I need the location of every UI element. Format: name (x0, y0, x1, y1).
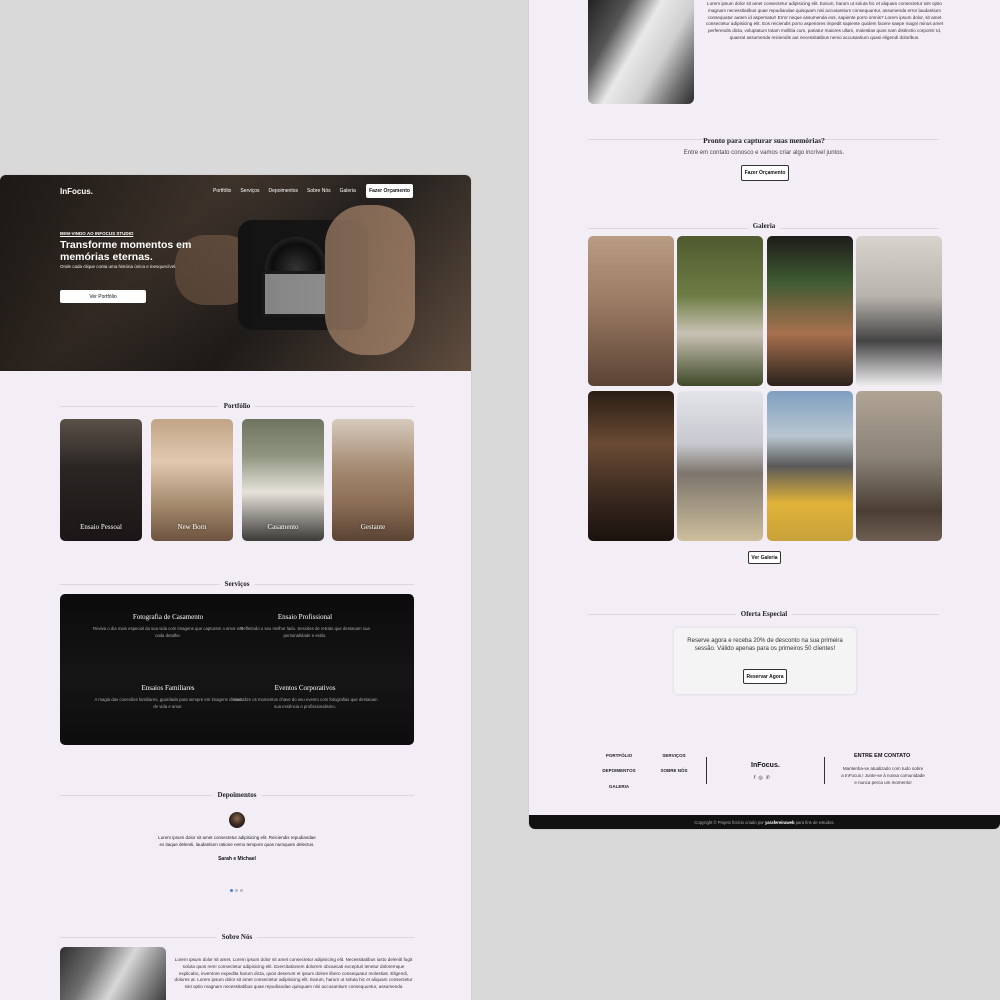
offer-text: Reserve agora e receba 20% de desconto n… (687, 638, 843, 652)
landing-page-bottom: Lorem ipsum dolor sit amet consectetur a… (529, 0, 1000, 829)
services-title: Serviços (219, 580, 255, 588)
footer-divider (824, 757, 825, 784)
hero-overlay (0, 175, 471, 371)
cta-title: Pronto para capturar suas memórias? (703, 136, 825, 145)
service-professional: Ensaio Profissional Refletindo o seu mel… (230, 613, 380, 639)
about-title: Sobre Nós (216, 933, 258, 941)
footer-divider (706, 757, 707, 784)
hero-section: InFocus. Portfólio Serviços Depoimentos … (0, 175, 471, 371)
service-family: Ensaios Familiares A magia das conexões … (93, 684, 243, 710)
copyright-text-end: para fins de estudos. (795, 819, 835, 825)
portfolio-card-newborn[interactable]: New Born (151, 419, 233, 541)
service-wedding: Fotografia de Casamento Reviva o dia mai… (93, 613, 243, 639)
carousel-dot[interactable] (235, 889, 238, 892)
portfolio-card-wedding[interactable]: Casamento (242, 419, 324, 541)
footer-logo[interactable]: InFocus. (751, 762, 780, 769)
gallery-tile[interactable] (588, 391, 674, 541)
footer-contact-title: ENTRE EM CONTATO (854, 753, 911, 759)
nav-link-testimonials[interactable]: Depoimentos (269, 188, 298, 194)
view-portfolio-button[interactable]: Ver Portfólio (60, 290, 146, 303)
service-title: Fotografia de Casamento (132, 613, 204, 621)
nav-quote-button[interactable]: Fazer Orçamento (366, 184, 413, 198)
main-nav: Portfólio Serviços Depoimentos Sobre Nós… (213, 188, 356, 194)
gallery-tile[interactable] (856, 236, 942, 386)
hero-lead: Onde cada clique conta uma história únic… (60, 264, 177, 269)
gallery-tile[interactable] (677, 236, 763, 386)
footer-link-gallery[interactable]: GALERIA (599, 784, 639, 789)
avatar (229, 812, 245, 828)
portfolio-card-maternity[interactable]: Gestante (332, 419, 414, 541)
service-desc: Refletindo o seu melhor lado. Sessões de… (240, 626, 370, 638)
gallery-title: Galeria (747, 222, 781, 230)
portfolio-card-label: Casamento (267, 523, 299, 531)
testimonial-author: Sarah e Michael (218, 856, 256, 862)
whatsapp-icon[interactable]: ✆ (766, 775, 770, 781)
nav-link-services[interactable]: Serviços (240, 188, 259, 194)
service-desc: A magia das conexões familiares, guardad… (94, 697, 242, 709)
about-text: Lorem ipsum dolor sit amet, Lorem ipsum … (174, 957, 413, 990)
service-title: Ensaios Familiares (141, 684, 195, 692)
copyright-author-link[interactable]: yarafereiraweb (765, 820, 795, 825)
gallery-tile[interactable] (677, 391, 763, 541)
gallery-tile[interactable] (588, 236, 674, 386)
service-corporate: Eventos Corporativos Imortalize os momen… (230, 684, 380, 710)
gallery-tile[interactable] (767, 391, 853, 541)
landing-page-top: InFocus. Portfólio Serviços Depoimentos … (0, 175, 471, 1000)
portfolio-card-label: Gestante (360, 523, 386, 531)
testimonials-title: Depoimentos (212, 791, 262, 799)
service-desc: Imortalize os momentos chave do seu even… (232, 697, 378, 709)
gallery-tile[interactable] (767, 236, 853, 386)
service-title: Ensaio Profissional (277, 613, 333, 621)
nav-link-about[interactable]: Sobre Nós (307, 188, 331, 194)
carousel-dots (230, 889, 243, 892)
site-logo[interactable]: InFocus. (60, 187, 93, 196)
copyright-bar: Copyright © Projeto fictício criado por … (529, 815, 1000, 829)
footer-social-icons: f ◎ ✆ (754, 775, 770, 781)
services-panel: Fotografia de Casamento Reviva o dia mai… (60, 594, 414, 745)
book-now-button[interactable]: Reservar Agora (743, 669, 787, 684)
portfolio-card-personal[interactable]: Ensaio Pessoal (60, 419, 142, 541)
offer-title: Oferta Especial (735, 610, 793, 618)
view-gallery-button[interactable]: Ver Galeria (748, 551, 781, 564)
carousel-dot[interactable] (240, 889, 243, 892)
footer-link-about[interactable]: SOBRE NÓS (654, 768, 694, 773)
footer-link-portfolio[interactable]: PORTFÓLIO (599, 753, 639, 758)
service-desc: Reviva o dia mais especial da sua vida c… (93, 626, 243, 638)
nav-link-portfolio[interactable]: Portfólio (213, 188, 231, 194)
quote-button[interactable]: Fazer Orçamento (741, 165, 789, 181)
carousel-dot[interactable] (230, 889, 233, 892)
about-text: Lorem ipsum dolor sit amet consectetur a… (705, 1, 944, 40)
footer-contact-text: Mantenha-se atualizado com tudo sobre a … (841, 766, 925, 785)
footer-link-testimonials[interactable]: DEPOIMENTOS (599, 768, 639, 773)
gallery-tile[interactable] (856, 391, 942, 541)
about-image (60, 947, 166, 1000)
copyright-text: Copyright © Projeto fictício criado por (694, 819, 764, 825)
portfolio-card-label: New Born (177, 523, 207, 531)
instagram-icon[interactable]: ◎ (758, 775, 762, 781)
footer-link-services[interactable]: SERVIÇOS (654, 753, 694, 758)
offer-card: Reserve agora e receba 20% de desconto n… (674, 628, 856, 694)
about-image (588, 0, 694, 104)
facebook-icon[interactable]: f (754, 775, 755, 781)
nav-link-gallery[interactable]: Galeria (340, 188, 356, 194)
cta-subtitle: Entre em contato conosco e vamos criar a… (683, 150, 845, 156)
hero-eyebrow: BEM-VINDO AO INFOCUS STUDIO (60, 231, 134, 236)
portfolio-title: Portfólio (218, 402, 256, 410)
portfolio-card-label: Ensaio Pessoal (80, 523, 122, 531)
testimonial-quote: Lorem ipsum dolor sit amet consectetur a… (158, 835, 316, 847)
hero-title: Transforme momentos em memórias eternas. (60, 239, 192, 263)
service-title: Eventos Corporativos (274, 684, 336, 692)
